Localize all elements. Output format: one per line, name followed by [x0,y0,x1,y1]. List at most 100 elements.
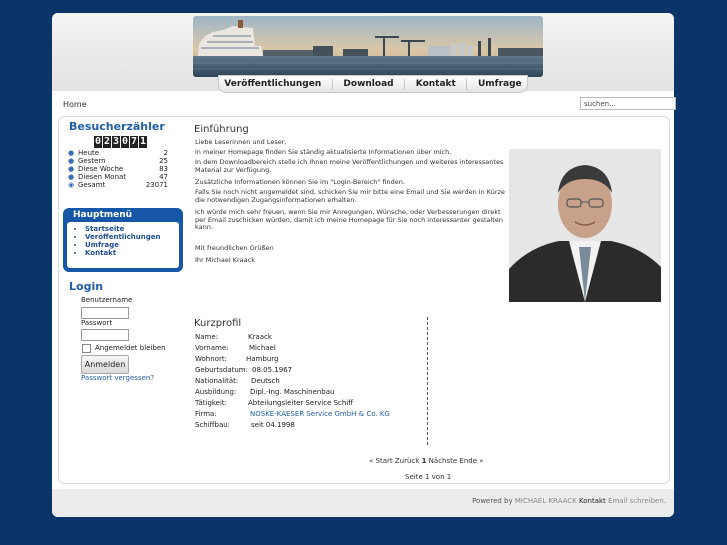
stat-label: Gesamt [78,181,106,189]
footer-email-link[interactable]: Email schreiben. [608,497,666,505]
stat-value: 23071 [145,181,168,189]
stat-row: ● Diese Woche 83 [68,165,168,173]
stat-value: 25 [159,157,168,165]
login-button[interactable]: Anmelden [81,355,129,374]
password-field[interactable] [81,329,129,341]
profile-value: Abteilungsleiter Service Schiff [248,399,354,407]
menu-item-umfrage[interactable]: Umfrage [85,241,160,249]
page-container: Veröffentlichungen Download Kontakt Umfr… [52,13,676,517]
remember-checkbox[interactable] [82,344,91,353]
intro-paragraph: in meiner Homepage finden Sie ständig ak… [195,148,452,156]
intro-paragraph: Ich würde mich sehr freuen, wenn Sie mir… [195,208,503,232]
profile-label: Tätigkeit: [195,399,228,407]
nav-divider [404,78,406,90]
pagination-end: Ende [459,457,478,465]
odometer-digit: 0 [94,136,102,148]
vertical-divider [427,317,428,445]
footer-powered-by: Powered by [472,497,513,505]
profile-label: Vorname: [195,344,229,352]
stat-row: ● Diesen Monat 47 [68,173,168,181]
main-menu-title: Hauptmenü [73,210,133,220]
stat-label: Heute [78,149,100,157]
nav-divider [466,78,468,90]
odometer-digit: 3 [112,136,120,148]
person-icon: ● [68,165,75,173]
pagination-back: Zurück [394,457,420,465]
pagination-prev-mark: « [369,457,374,465]
stat-value: 83 [159,165,168,173]
profile-value: Kraack [248,333,272,341]
person-icon: ● [68,149,75,157]
header-banner-image [193,16,543,77]
stat-value: 2 [163,149,168,157]
breadcrumb[interactable]: Home [63,100,87,109]
main-menu: Hauptmenü Startseite Veröffentlichungen … [63,208,183,272]
footer-author-link[interactable]: MICHAEL KRAACK [515,497,577,505]
search-input[interactable] [580,97,676,110]
profile-label: Wohnort: [195,355,227,363]
intro-paragraph: Falls Sie noch nicht angemeldet sind, sc… [195,188,505,204]
profile-value: Dipl.-Ing. Maschinenbau [250,388,335,396]
pagination-next: Nächste [428,457,458,465]
profile-label: Schiffbau: [195,421,231,429]
forgot-password-link[interactable]: Passwort vergessen? [81,374,154,382]
profile-label: Firma: [195,410,217,418]
username-label: Benutzername [81,296,133,304]
person-icon: ● [68,173,75,181]
stat-label: Diese Woche [78,165,124,173]
odometer-digit: 0 [121,136,129,148]
profile-value: Michael [249,344,276,352]
company-link[interactable]: NOSKE-KAESER Service GmbH & Co. KG [250,410,390,418]
page-info: Seite 1 von 1 [405,473,452,481]
intro-paragraph: Liebe Leserinnen und Leser, [195,138,287,146]
profile-label: Name: [195,333,219,341]
stat-row: ◉ Gesamt 23071 [68,181,168,189]
odometer-digit: 2 [103,136,111,148]
stat-label: Diesen Monat [78,173,127,181]
nav-item-umfrage[interactable]: Umfrage [478,79,522,89]
pagination: « Start Zurück 1 Nächste Ende » [369,457,484,465]
footer-contact-link[interactable]: Kontakt [579,497,606,505]
visitor-counter-title: Besucherzähler [69,120,165,133]
pagination-current: 1 [421,457,427,465]
nav-item-veroeffentlichungen[interactable]: Veröffentlichungen [224,79,321,89]
nav-item-kontakt[interactable]: Kontakt [416,79,456,89]
menu-item-veroeffentlichungen[interactable]: Veröffentlichungen [85,233,160,241]
portrait-photo [509,149,661,302]
visitor-stats: ● Heute 2 ● Gestern 25 ● Diese Woche 83 ● Diese… [68,149,168,189]
password-label: Passwort [81,319,113,327]
profile-title: Kurzprofil [194,318,242,329]
intro-signature: Ihr Michael Kraack [195,256,255,264]
login-title: Login [69,280,104,293]
person-icon: ● [68,157,75,165]
people-icon: ◉ [68,181,75,189]
main-menu-list: Startseite Veröffentlichungen Umfrage Ko… [67,222,179,268]
remember-label: Angemeldet bleiben [95,344,166,352]
profile-value: 08.05.1967 [252,366,293,374]
profile-label: Nationalität: [195,377,239,385]
nav-divider [331,78,333,90]
menu-item-kontakt[interactable]: Kontakt [85,249,160,257]
menu-item-startseite[interactable]: Startseite [85,225,160,233]
profile-label: Geburtsdatum: [195,366,248,374]
intro-paragraph: Zusätzliche Informationen können Sie im … [195,178,405,186]
nav-item-download[interactable]: Download [343,79,393,89]
stat-row: ● Gestern 25 [68,157,168,165]
stat-value: 47 [159,173,168,181]
profile-value: Deutsch [251,377,280,385]
profile-label: Ausbildung: [195,388,237,396]
profile-value: Hamburg [246,355,279,363]
username-field[interactable] [81,307,129,319]
visitor-counter-odometer: 0 2 3 0 7 1 [94,136,147,148]
odometer-digit: 7 [130,136,138,148]
intro-title: Einführung [194,124,249,135]
footer: Powered by MICHAEL KRAACK Kontakt Email … [52,489,674,517]
profile-value: seit 04.1998 [251,421,295,429]
stat-label: Gestern [78,157,106,165]
intro-closing: Mit freundlichen Grüßen [195,244,274,252]
pagination-next-mark: » [479,457,484,465]
intro-paragraph: In dem Downloadbereich stelle ich Ihnen … [195,158,504,174]
odometer-digit: 1 [139,136,147,148]
stat-row: ● Heute 2 [68,149,168,157]
pagination-start: Start [375,457,393,465]
